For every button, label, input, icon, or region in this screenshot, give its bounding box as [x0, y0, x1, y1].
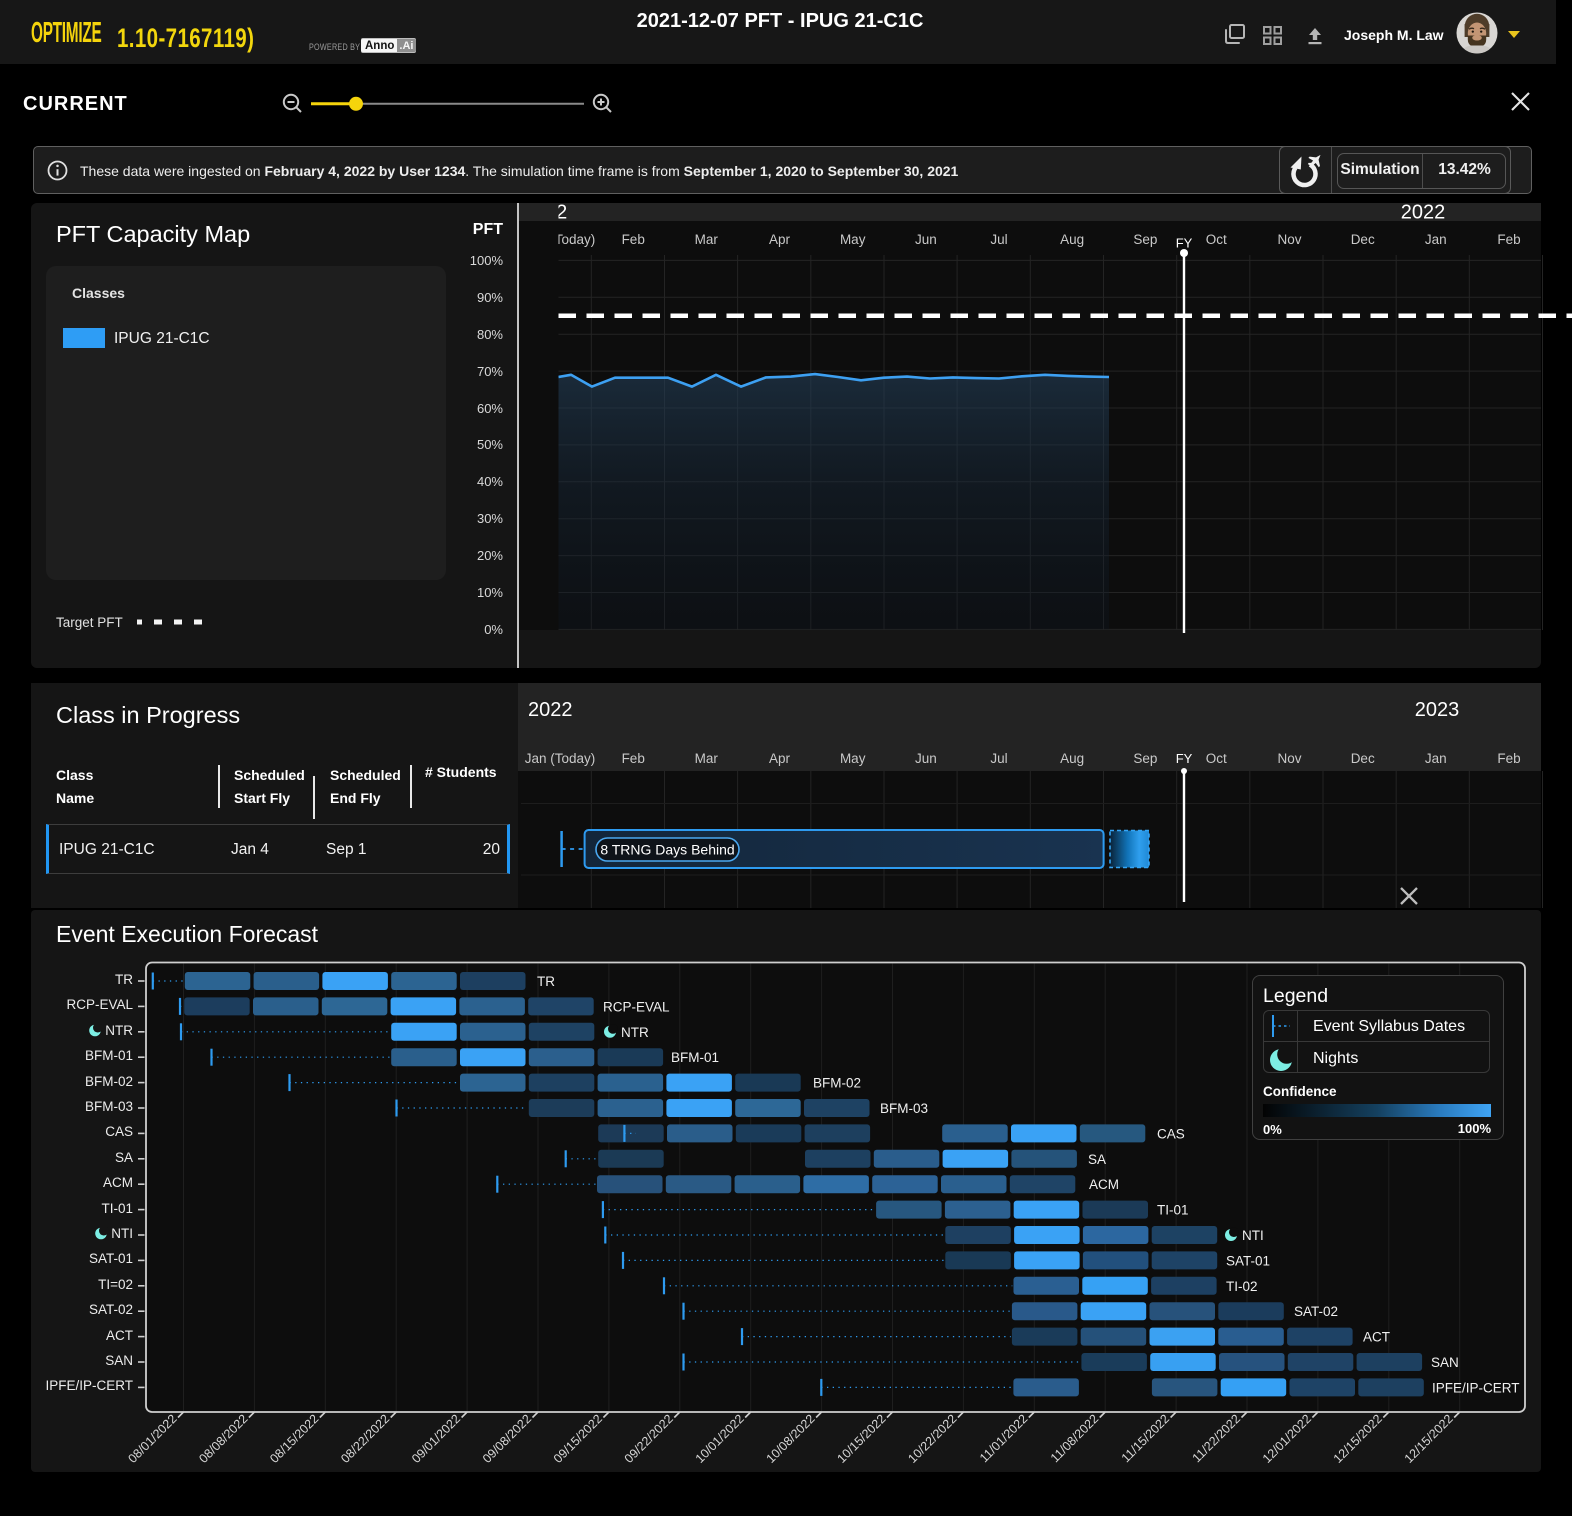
svg-text:10/22/2022: 10/22/2022	[905, 1412, 959, 1466]
svg-text:Jan: Jan	[1425, 751, 1447, 766]
svg-text:11/15/2022: 11/15/2022	[1119, 1412, 1173, 1466]
svg-text:Oct: Oct	[1206, 232, 1227, 247]
svg-text:TI-01: TI-01	[1157, 1203, 1189, 1218]
svg-text:CAS: CAS	[1157, 1126, 1185, 1141]
svg-text:2022: 2022	[528, 699, 573, 721]
svg-text:12/15/2022: 12/15/2022	[1331, 1412, 1385, 1466]
svg-text:08/22/2022: 08/22/2022	[338, 1412, 392, 1466]
svg-text:SAT-01: SAT-01	[1226, 1253, 1270, 1268]
svg-text:Dec: Dec	[1351, 232, 1375, 247]
svg-text:2022: 2022	[1401, 202, 1446, 224]
svg-text:Feb: Feb	[622, 232, 645, 247]
svg-text:Oct: Oct	[1206, 751, 1227, 766]
svg-text:Aug: Aug	[1060, 232, 1084, 247]
svg-text:11/08/2022: 11/08/2022	[1048, 1412, 1102, 1466]
svg-text:Jul: Jul	[990, 751, 1007, 766]
svg-text:Feb: Feb	[1497, 751, 1520, 766]
svg-text:BFM-02: BFM-02	[813, 1076, 861, 1091]
svg-text:Jul: Jul	[990, 232, 1007, 247]
svg-text:8 TRNG Days Behind: 8 TRNG Days Behind	[600, 842, 734, 858]
svg-text:ACT: ACT	[1363, 1330, 1390, 1345]
svg-text:IPFE/IP-CERT: IPFE/IP-CERT	[1432, 1380, 1520, 1395]
svg-text:ACM: ACM	[1089, 1177, 1119, 1192]
svg-text:10/15/2022: 10/15/2022	[834, 1412, 888, 1466]
svg-text:Jan (Today): Jan (Today)	[525, 751, 596, 766]
svg-text:09/01/2022: 09/01/2022	[409, 1412, 463, 1466]
svg-text:08/01/2022: 08/01/2022	[125, 1412, 179, 1466]
svg-text:BFM-03: BFM-03	[880, 1101, 928, 1116]
svg-text:Jan: Jan	[1425, 232, 1447, 247]
svg-text:May: May	[840, 232, 866, 247]
svg-text:Apr: Apr	[769, 232, 791, 247]
svg-text:11/01/2022: 11/01/2022	[977, 1412, 1031, 1466]
svg-text:FY: FY	[1176, 751, 1193, 766]
svg-text:08/15/2022: 08/15/2022	[267, 1412, 321, 1466]
svg-text:Apr: Apr	[769, 751, 791, 766]
svg-text:Jun: Jun	[915, 751, 937, 766]
svg-text:Nov: Nov	[1277, 232, 1301, 247]
svg-text:08/08/2022: 08/08/2022	[196, 1412, 250, 1466]
svg-text:12/01/2022: 12/01/2022	[1260, 1412, 1314, 1466]
svg-text:Sep: Sep	[1133, 751, 1157, 766]
svg-text:Sep: Sep	[1133, 232, 1157, 247]
svg-text:Mar: Mar	[695, 232, 719, 247]
svg-text:RCP-EVAL: RCP-EVAL	[603, 999, 670, 1014]
svg-text:10/08/2022: 10/08/2022	[764, 1412, 818, 1466]
svg-text:Aug: Aug	[1060, 751, 1084, 766]
svg-text:09/15/2022: 09/15/2022	[551, 1412, 605, 1466]
svg-text:Nov: Nov	[1277, 751, 1301, 766]
svg-text:2023: 2023	[1415, 699, 1460, 721]
svg-text:09/08/2022: 09/08/2022	[480, 1412, 534, 1466]
svg-text:Jun: Jun	[915, 232, 937, 247]
svg-text:TI-02: TI-02	[1226, 1279, 1258, 1294]
svg-text:Dec: Dec	[1351, 751, 1375, 766]
svg-text:11/22/2022: 11/22/2022	[1190, 1412, 1244, 1466]
svg-text:BFM-01: BFM-01	[671, 1050, 719, 1065]
svg-text:May: May	[840, 751, 866, 766]
svg-text:Feb: Feb	[1497, 232, 1520, 247]
svg-text:SA: SA	[1088, 1152, 1106, 1167]
svg-text:SAT-02: SAT-02	[1294, 1304, 1338, 1319]
svg-text:TR: TR	[537, 974, 555, 989]
svg-text:12/15/2022: 12/15/2022	[1402, 1412, 1456, 1466]
svg-text:09/22/2022: 09/22/2022	[622, 1412, 676, 1466]
svg-text:NTI: NTI	[1242, 1228, 1264, 1243]
svg-text:Feb: Feb	[622, 751, 645, 766]
svg-text:SAN: SAN	[1431, 1355, 1459, 1370]
svg-text:10/01/2022: 10/01/2022	[693, 1412, 747, 1466]
svg-text:NTR: NTR	[621, 1025, 649, 1040]
svg-text:FY: FY	[1176, 236, 1193, 251]
svg-text:Mar: Mar	[695, 751, 719, 766]
